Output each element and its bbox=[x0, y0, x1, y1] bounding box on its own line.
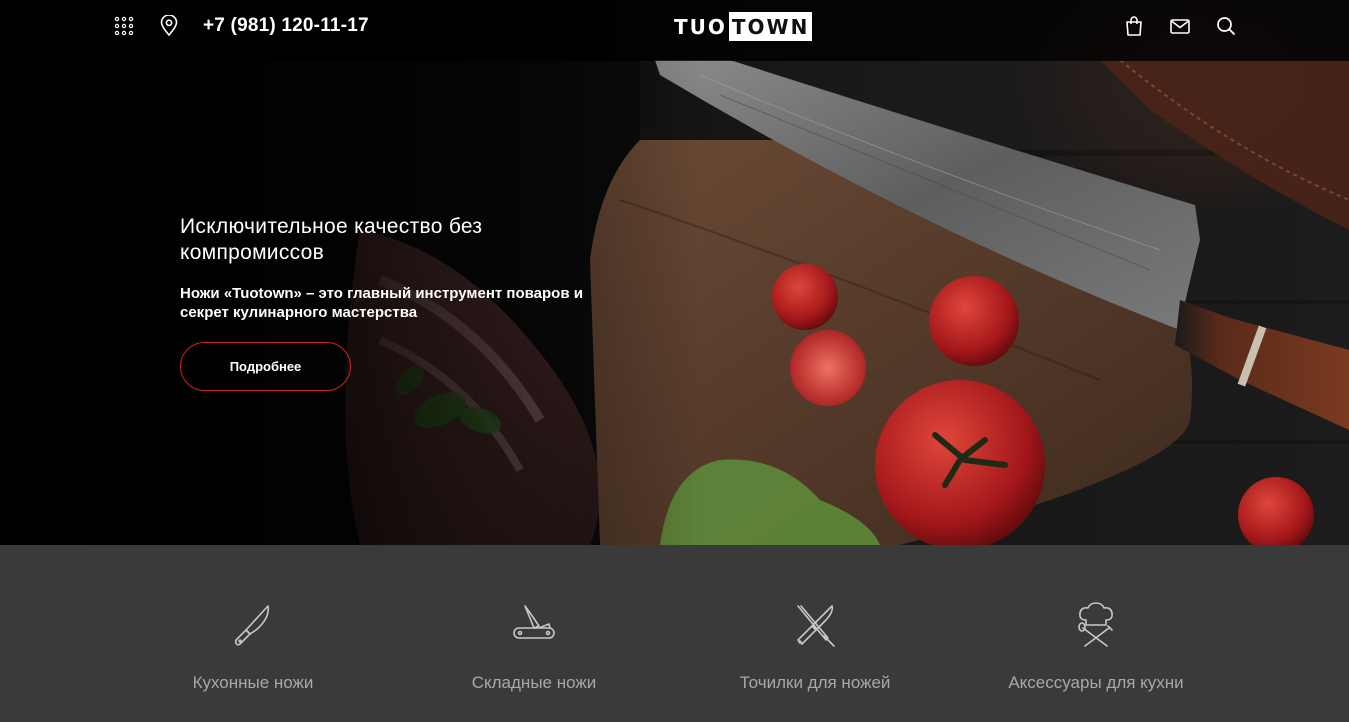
category-knife-sharpeners[interactable]: Точилки для ножей bbox=[685, 545, 945, 722]
category-folding-knives[interactable]: Складные ножи bbox=[404, 545, 664, 722]
chef-knife-icon bbox=[228, 600, 278, 650]
category-label: Складные ножи bbox=[471, 673, 597, 692]
hero-subtitle: Ножи «Tuotown» – это главный инструмент … bbox=[180, 285, 583, 321]
logo-text-left: TUO bbox=[674, 14, 727, 39]
site-logo[interactable]: TUO TOWN bbox=[672, 12, 813, 41]
category-label: Аксессуары для кухни bbox=[1008, 673, 1184, 692]
shopping-bag-icon[interactable] bbox=[1124, 15, 1144, 37]
mail-icon[interactable] bbox=[1169, 15, 1190, 37]
category-kitchen-knives[interactable]: Кухонные ножи bbox=[123, 545, 383, 722]
top-navigation-bar: +7 (981) 120-11-17 TUO TOWN bbox=[0, 0, 1349, 61]
category-strip: Кухонные ножи Складные ножи Точилки для … bbox=[0, 545, 1349, 722]
hero-banner: Исключительное качество без компромиссов… bbox=[0, 0, 1349, 545]
category-label: Точилки для ножей bbox=[739, 673, 891, 692]
knife-sharpener-icon bbox=[790, 600, 840, 650]
hero-background-image bbox=[0, 0, 1349, 545]
logo-text-right: TOWN bbox=[728, 12, 813, 41]
folding-knife-icon bbox=[509, 600, 559, 650]
phone-number-link[interactable]: +7 (981) 120-11-17 bbox=[203, 15, 369, 37]
more-details-button[interactable]: Подробнее bbox=[180, 342, 351, 391]
search-icon[interactable] bbox=[1215, 15, 1235, 37]
chef-hat-icon bbox=[1071, 600, 1121, 650]
map-pin-icon[interactable] bbox=[159, 15, 179, 37]
hero-title: Исключительное качество без компромиссов bbox=[180, 215, 483, 264]
category-kitchen-accessories[interactable]: Аксессуары для кухни bbox=[966, 545, 1226, 722]
grid-menu-icon[interactable] bbox=[114, 15, 134, 37]
category-label: Кухонные ножи bbox=[192, 673, 314, 692]
